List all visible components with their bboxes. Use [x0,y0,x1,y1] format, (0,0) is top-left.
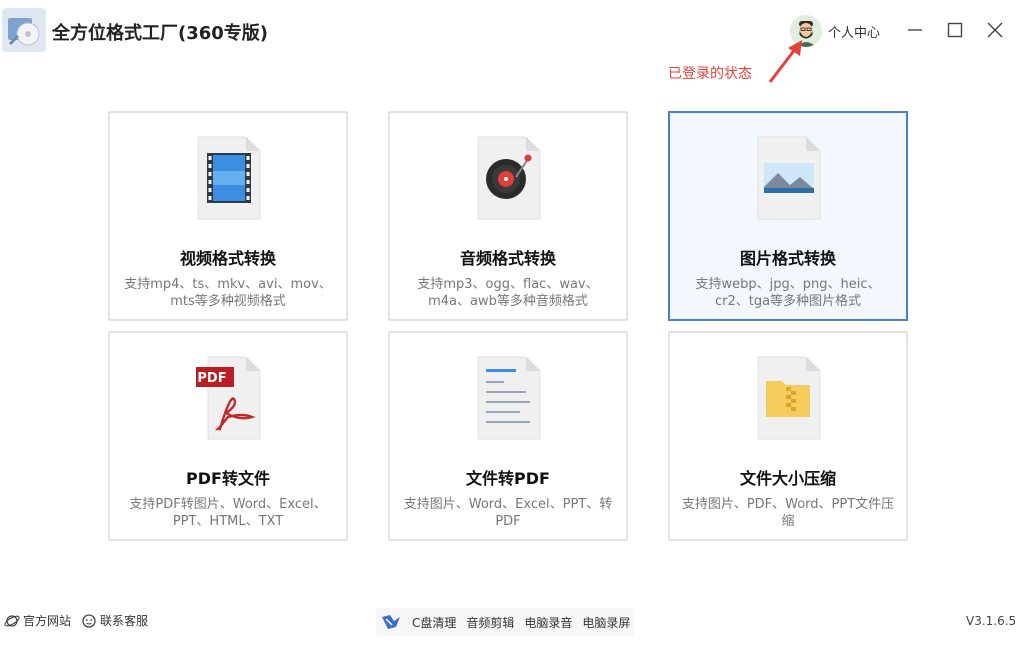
card-title: 图片格式转换 [739,249,836,268]
card-description: 支持webp、jpg、png、heic、cr2、tga等多种图片格式 [695,277,881,309]
maximize-icon[interactable] [943,18,967,42]
official-site-link[interactable]: 官方网站 [4,612,71,629]
contact-service-link[interactable]: 联系客服 [81,612,148,629]
card-description: 支持mp3、ogg、flac、wav、m4a、awb等多种音频格式 [417,277,599,309]
pdf-file-icon: PDF [196,356,261,440]
zip-file-icon [757,356,821,440]
video-file-icon [197,136,261,220]
card-image-convert[interactable]: 图片格式转换 支持webp、jpg、png、heic、cr2、tga等多种图片格… [668,111,908,321]
app-logo-icon [2,8,46,52]
contact-service-label: 联系客服 [100,614,149,628]
login-status-note: 已登录的状态 [668,66,752,82]
card-title: 音频格式转换 [459,249,556,268]
version-label: V3.1.6.5 [966,614,1016,628]
card-description: 支持mp4、ts、mkv、avi、mov、mts等多种视频格式 [124,277,332,309]
minimize-icon[interactable] [903,18,927,42]
annotation-arrow-icon [768,40,802,83]
tool-audio-cut[interactable]: 音频剪辑 [466,614,514,631]
card-file-to-pdf[interactable]: 文件转PDF 支持图片、Word、Excel、PPT、转PDF [388,331,628,541]
card-audio-convert[interactable]: 音频格式转换 支持mp3、ogg、flac、wav、m4a、awb等多种音频格式 [388,111,628,321]
document-file-icon [477,356,541,440]
card-description: 支持图片、Word、Excel、PPT、转PDF [403,497,613,529]
card-file-compress[interactable]: 文件大小压缩 支持图片、PDF、Word、PPT文件压缩 [668,331,908,541]
card-title: 文件转PDF [466,469,550,488]
card-description: 支持PDF转图片、Word、Excel、PPT、HTML、TXT [129,497,327,529]
footer-toolbar: C盘清理 音频剪辑 电脑录音 电脑录屏 [376,608,635,636]
tool-c-drive-clean[interactable]: C盘清理 [412,614,456,631]
title-bar: 全方位格式工厂(360专版) 个人中心 [0,0,1016,60]
image-file-icon [757,136,821,220]
card-title: 文件大小压缩 [739,469,836,488]
planet-icon [4,614,20,627]
card-title: 视频格式转换 [179,249,276,268]
card-pdf-to-file[interactable]: PDF PDF转文件 支持PDF转图片、Word、Excel、PPT、HTML、… [108,331,348,541]
headset-icon [82,613,96,628]
audio-file-icon [477,136,541,220]
tools-logo-icon [382,615,400,629]
official-site-label: 官方网站 [23,614,72,628]
user-center-link[interactable]: 个人中心 [828,22,880,41]
card-title: PDF转文件 [186,469,270,488]
app-title: 全方位格式工厂(360专版) [52,23,269,44]
pdf-badge: PDF [197,371,226,386]
tool-screen-record[interactable]: 电脑录屏 [582,614,630,631]
card-video-convert[interactable]: 视频格式转换 支持mp4、ts、mkv、avi、mov、mts等多种视频格式 [108,111,348,321]
close-icon[interactable] [983,18,1007,42]
card-description: 支持图片、PDF、Word、PPT文件压缩 [681,497,895,529]
footer-links: 官方网站 联系客服 [4,612,154,629]
tool-audio-record[interactable]: 电脑录音 [524,614,572,631]
